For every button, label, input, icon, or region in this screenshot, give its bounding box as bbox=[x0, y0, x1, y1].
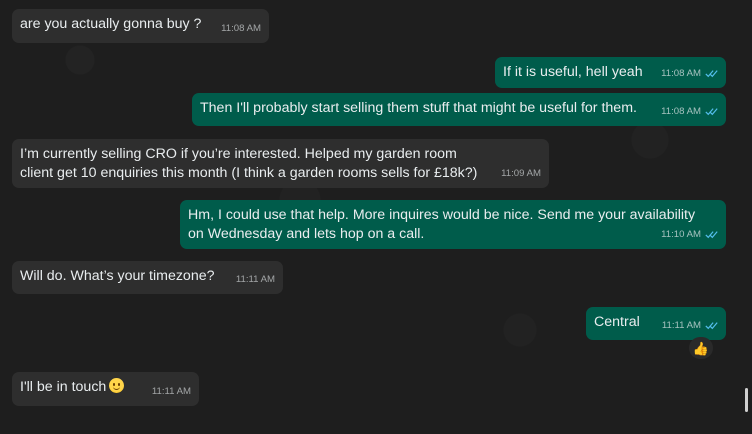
read-receipt-icon bbox=[705, 108, 718, 116]
message-text: Central bbox=[594, 314, 640, 330]
scrollbar-thumb[interactable] bbox=[745, 388, 748, 412]
message-meta: 11:09 AM bbox=[501, 164, 541, 183]
message-text: Hm, I could use that help. More inquires… bbox=[188, 207, 700, 242]
message-meta: 11:11 AM bbox=[236, 270, 275, 289]
message-time: 11:10 AM bbox=[661, 229, 701, 240]
message-text: I'll be in touch bbox=[20, 379, 107, 395]
message-meta: 11:08 AM bbox=[661, 102, 718, 121]
message-time: 11:09 AM bbox=[501, 168, 541, 179]
message-time: 11:11 AM bbox=[661, 320, 701, 331]
message-incoming[interactable]: Will do. What’s your timezone? 11:11 AM bbox=[12, 261, 283, 294]
message-meta: 11:08 AM bbox=[661, 64, 718, 83]
message-meta: 11:11 AM bbox=[152, 382, 191, 401]
thumbs-up-reaction-icon[interactable]: 👍 bbox=[689, 337, 713, 359]
message-incoming[interactable]: I’m currently selling CRO if you’re inte… bbox=[12, 139, 549, 188]
message-time: 11:08 AM bbox=[661, 68, 701, 79]
read-receipt-icon bbox=[705, 70, 718, 78]
message-outgoing[interactable]: Central 11:11 AM bbox=[586, 307, 726, 340]
message-outgoing[interactable]: Then I'll probably start selling them st… bbox=[192, 93, 726, 126]
chat-window: are you actually gonna buy ? 11:08 AM If… bbox=[0, 0, 752, 434]
message-text: Then I'll probably start selling them st… bbox=[200, 100, 637, 116]
message-incoming[interactable]: are you actually gonna buy ? 11:08 AM bbox=[12, 9, 269, 43]
smiling-face-icon bbox=[109, 378, 125, 393]
message-incoming[interactable]: I'll be in touch 11:11 AM bbox=[12, 372, 199, 406]
message-time: 11:11 AM bbox=[235, 274, 275, 285]
message-time: 11:08 AM bbox=[221, 23, 261, 34]
message-text: I’m currently selling CRO if you’re inte… bbox=[20, 146, 478, 181]
message-text: Will do. What’s your timezone? bbox=[20, 268, 215, 284]
message-outgoing[interactable]: Hm, I could use that help. More inquires… bbox=[180, 200, 726, 249]
message-time: 11:08 AM bbox=[661, 106, 701, 117]
message-meta: 11:08 AM bbox=[221, 19, 261, 38]
message-text: are you actually gonna buy ? bbox=[20, 16, 202, 32]
message-text: If it is useful, hell yeah bbox=[503, 64, 643, 80]
read-receipt-icon bbox=[705, 322, 718, 330]
message-outgoing[interactable]: If it is useful, hell yeah 11:08 AM bbox=[495, 57, 726, 88]
read-receipt-icon bbox=[705, 231, 718, 239]
message-meta: 11:10 AM bbox=[661, 225, 718, 244]
message-time: 11:11 AM bbox=[151, 386, 191, 397]
message-meta: 11:11 AM bbox=[662, 316, 718, 335]
